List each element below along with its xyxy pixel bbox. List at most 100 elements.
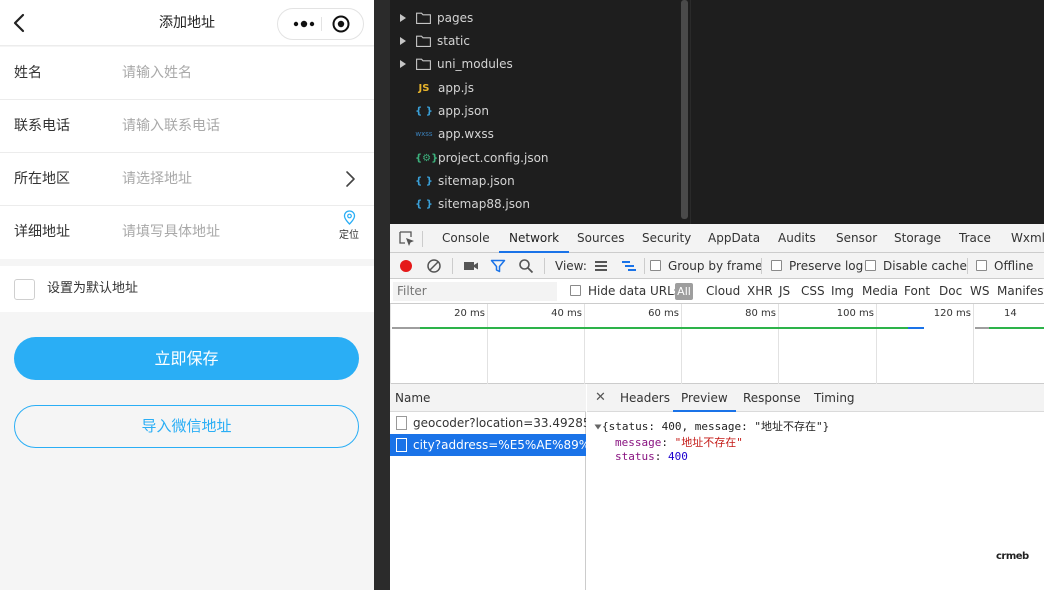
expand-arrow-icon[interactable] <box>400 60 406 68</box>
clear-icon[interactable] <box>426 258 442 274</box>
offline-checkbox[interactable] <box>976 260 987 271</box>
tree-item-static[interactable]: static <box>390 30 680 53</box>
tab-sensor[interactable]: Sensor <box>826 224 887 253</box>
form-row-name: 姓名 请输入姓名 <box>0 47 374 100</box>
network-timeline[interactable]: 20 ms 40 ms 60 ms 80 ms 100 ms 120 ms 14 <box>390 304 1044 384</box>
hide-data-urls-checkbox[interactable] <box>570 285 581 296</box>
document-icon <box>396 438 407 452</box>
tree-item-project-config[interactable]: {⚙} project.config.json <box>390 147 680 170</box>
name-column-header[interactable]: Name <box>390 384 586 412</box>
capsule-menu <box>277 8 364 40</box>
name-input[interactable]: 请输入姓名 <box>122 47 322 100</box>
filter-manifest[interactable]: Manifest <box>997 279 1044 304</box>
expand-arrow-icon[interactable] <box>400 14 406 22</box>
tab-trace[interactable]: Trace <box>949 224 1001 253</box>
form-row-phone: 联系电话 请输入联系电话 <box>0 100 374 153</box>
timeline-tick-label: 100 ms <box>836 308 874 319</box>
record-icon[interactable] <box>398 258 414 274</box>
tab-timing[interactable]: Timing <box>806 384 863 412</box>
default-address-row[interactable]: 设置为默认地址 <box>0 266 374 312</box>
filter-js[interactable]: JS <box>779 279 790 304</box>
file-tree-scrollbar[interactable] <box>680 0 690 224</box>
search-icon[interactable] <box>518 258 534 274</box>
tab-headers[interactable]: Headers <box>612 384 678 412</box>
timeline-gridline <box>681 304 682 384</box>
detail-address-input[interactable]: 请填写具体地址 <box>122 206 322 259</box>
region-picker[interactable]: 请选择地址 <box>122 153 322 206</box>
list-view-icon[interactable] <box>593 258 609 274</box>
tab-wxml[interactable]: Wxml <box>1001 224 1044 253</box>
filter-icon[interactable] <box>490 258 506 274</box>
tab-sources[interactable]: Sources <box>567 224 634 253</box>
close-detail-button[interactable]: ✕ <box>595 384 606 412</box>
filter-ws[interactable]: WS <box>970 279 989 304</box>
camera-icon[interactable] <box>463 258 479 274</box>
waterfall-view-icon[interactable] <box>621 258 637 274</box>
save-button[interactable]: 立即保存 <box>14 337 359 380</box>
tab-console[interactable]: Console <box>432 224 500 253</box>
expand-triangle-icon[interactable] <box>594 423 602 431</box>
detail-address-label: 详细地址 <box>14 224 70 240</box>
filter-doc[interactable]: Doc <box>939 279 962 304</box>
filter-media[interactable]: Media <box>862 279 898 304</box>
more-button[interactable] <box>289 9 319 39</box>
tree-item-pages[interactable]: pages <box>390 7 680 30</box>
tab-response[interactable]: Response <box>735 384 809 412</box>
tab-network[interactable]: Network <box>499 224 570 253</box>
inspect-element-icon[interactable] <box>398 230 416 248</box>
request-detail: ✕ Headers Preview Response Timing {statu… <box>587 384 1044 590</box>
more-dots-icon <box>293 20 315 28</box>
preserve-log-checkbox[interactable] <box>771 260 782 271</box>
tree-item-sitemap-json[interactable]: { } sitemap.json <box>390 170 680 193</box>
hide-data-urls-label: Hide data URLs <box>588 284 681 298</box>
tab-security[interactable]: Security <box>632 224 701 253</box>
tab-audits[interactable]: Audits <box>768 224 826 253</box>
tab-preview[interactable]: Preview <box>673 384 736 412</box>
tree-item-label: uni_modules <box>437 57 513 71</box>
tree-item-label: app.json <box>438 104 489 118</box>
timeline-gridline <box>973 304 974 384</box>
tree-item-app-wxss[interactable]: wxss app.wxss <box>390 123 680 146</box>
filter-cloud[interactable]: Cloud <box>706 279 740 304</box>
filter-all-button[interactable]: All <box>675 283 693 300</box>
filter-input[interactable] <box>393 282 557 301</box>
filter-css[interactable]: CSS <box>801 279 825 304</box>
scrollbar-thumb[interactable] <box>681 0 688 219</box>
tree-item-uni-modules[interactable]: uni_modules <box>390 53 680 76</box>
locate-button[interactable]: 定位 <box>336 210 362 241</box>
folder-icon <box>416 58 431 70</box>
filter-xhr[interactable]: XHR <box>747 279 773 304</box>
timeline-gridline <box>876 304 877 384</box>
tab-appdata[interactable]: AppData <box>698 224 770 253</box>
preview-summary-line[interactable]: {status: 400, message: "地址不存在"} <box>594 418 829 434</box>
crmeb-watermark: crmeb <box>996 551 1029 562</box>
group-by-frame-checkbox[interactable] <box>650 260 661 271</box>
tree-item-label: sitemap88.json <box>438 197 530 211</box>
chevron-right-icon <box>346 171 355 187</box>
request-row[interactable]: geocoder?location=33.49285,... <box>390 412 586 434</box>
filter-font[interactable]: Font <box>904 279 930 304</box>
tree-item-label: app.wxss <box>438 127 494 141</box>
filter-img[interactable]: Img <box>831 279 854 304</box>
form-row-region[interactable]: 所在地区 请选择地址 <box>0 153 374 206</box>
request-row-selected[interactable]: city?address=%E5%AE%89%E... <box>390 434 586 456</box>
disable-cache-checkbox[interactable] <box>865 260 876 271</box>
tree-item-sitemap88-json[interactable]: { } sitemap88.json <box>390 193 680 216</box>
tree-item-app-js[interactable]: JS app.js <box>390 77 680 100</box>
expand-arrow-icon[interactable] <box>400 37 406 45</box>
close-miniprogram-button[interactable] <box>329 12 353 36</box>
panel-divider[interactable] <box>374 0 390 590</box>
target-close-icon <box>332 15 350 33</box>
folder-icon <box>416 12 431 24</box>
default-address-checkbox[interactable] <box>14 279 35 300</box>
timeline-bar-waiting <box>392 327 420 329</box>
tab-storage[interactable]: Storage <box>884 224 951 253</box>
tree-item-app-json[interactable]: { } app.json <box>390 100 680 123</box>
import-wechat-address-button[interactable]: 导入微信地址 <box>14 405 359 448</box>
json-file-icon: { } <box>415 199 433 210</box>
nav-bar: 添加地址 <box>0 0 374 46</box>
phone-input[interactable]: 请输入联系电话 <box>122 100 322 153</box>
location-pin-icon <box>343 210 355 225</box>
toolbar-divider <box>544 258 545 274</box>
toolbar-divider <box>761 258 762 274</box>
